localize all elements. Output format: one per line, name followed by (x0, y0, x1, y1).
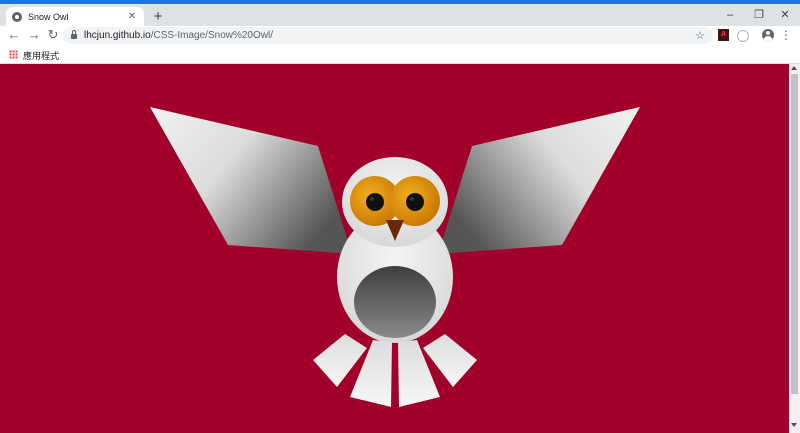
left-wing (150, 107, 352, 254)
back-button[interactable]: ← (6, 27, 22, 43)
scroll-up-arrow-icon[interactable] (791, 66, 797, 70)
apps-shortcut[interactable]: 應用程式 (23, 49, 59, 62)
page-content (0, 64, 789, 433)
browser-menu-icon[interactable]: ⋮ (780, 27, 792, 43)
bookmarks-bar: 應用程式 (0, 46, 800, 64)
bookmark-star-icon[interactable]: ☆ (695, 29, 705, 42)
url-text: lhcjun.github.io/CSS-Image/Snow%20Owl/ (84, 30, 273, 41)
snow-owl-illustration (150, 107, 640, 407)
left-eye-glint (370, 197, 374, 201)
tab-title: Snow Owl (28, 11, 69, 22)
right-pupil (406, 193, 424, 211)
new-tab-button[interactable]: + (150, 8, 166, 26)
lock-icon[interactable] (71, 30, 77, 39)
tab-snow-owl[interactable]: Snow Owl ✕ (6, 7, 144, 26)
close-window-button[interactable]: ✕ (775, 7, 795, 23)
right-eye-glint (410, 197, 414, 201)
address-bar[interactable]: lhcjun.github.io/CSS-Image/Snow%20Owl/ ☆ (63, 27, 713, 44)
left-pupil (366, 193, 384, 211)
browser-toolbar: ← → ↻ lhcjun.github.io/CSS-Image/Snow%20… (0, 26, 800, 46)
tab-close-icon[interactable]: ✕ (126, 11, 138, 22)
scroll-thumb[interactable] (791, 74, 798, 394)
profile-avatar-icon[interactable] (762, 29, 774, 41)
url-path: /CSS-Image/Snow%20Owl/ (150, 30, 273, 41)
apps-grid-icon[interactable] (9, 50, 18, 59)
maximize-button[interactable]: ❐ (749, 7, 769, 23)
url-host: lhcjun.github.io (84, 30, 151, 41)
pdf-extension-icon[interactable]: A (718, 29, 729, 41)
right-wing (438, 107, 640, 254)
page-scrollbar[interactable] (789, 64, 800, 433)
scroll-down-arrow-icon[interactable] (791, 423, 797, 427)
forward-button[interactable]: → (26, 27, 42, 43)
owl-belly (354, 266, 436, 338)
tab-strip: Snow Owl ✕ + – ❐ ✕ (0, 4, 800, 26)
globe-icon (12, 11, 22, 22)
reload-button[interactable]: ↻ (45, 27, 61, 43)
minimize-button[interactable]: – (720, 7, 740, 23)
extension-icon[interactable] (737, 30, 749, 42)
